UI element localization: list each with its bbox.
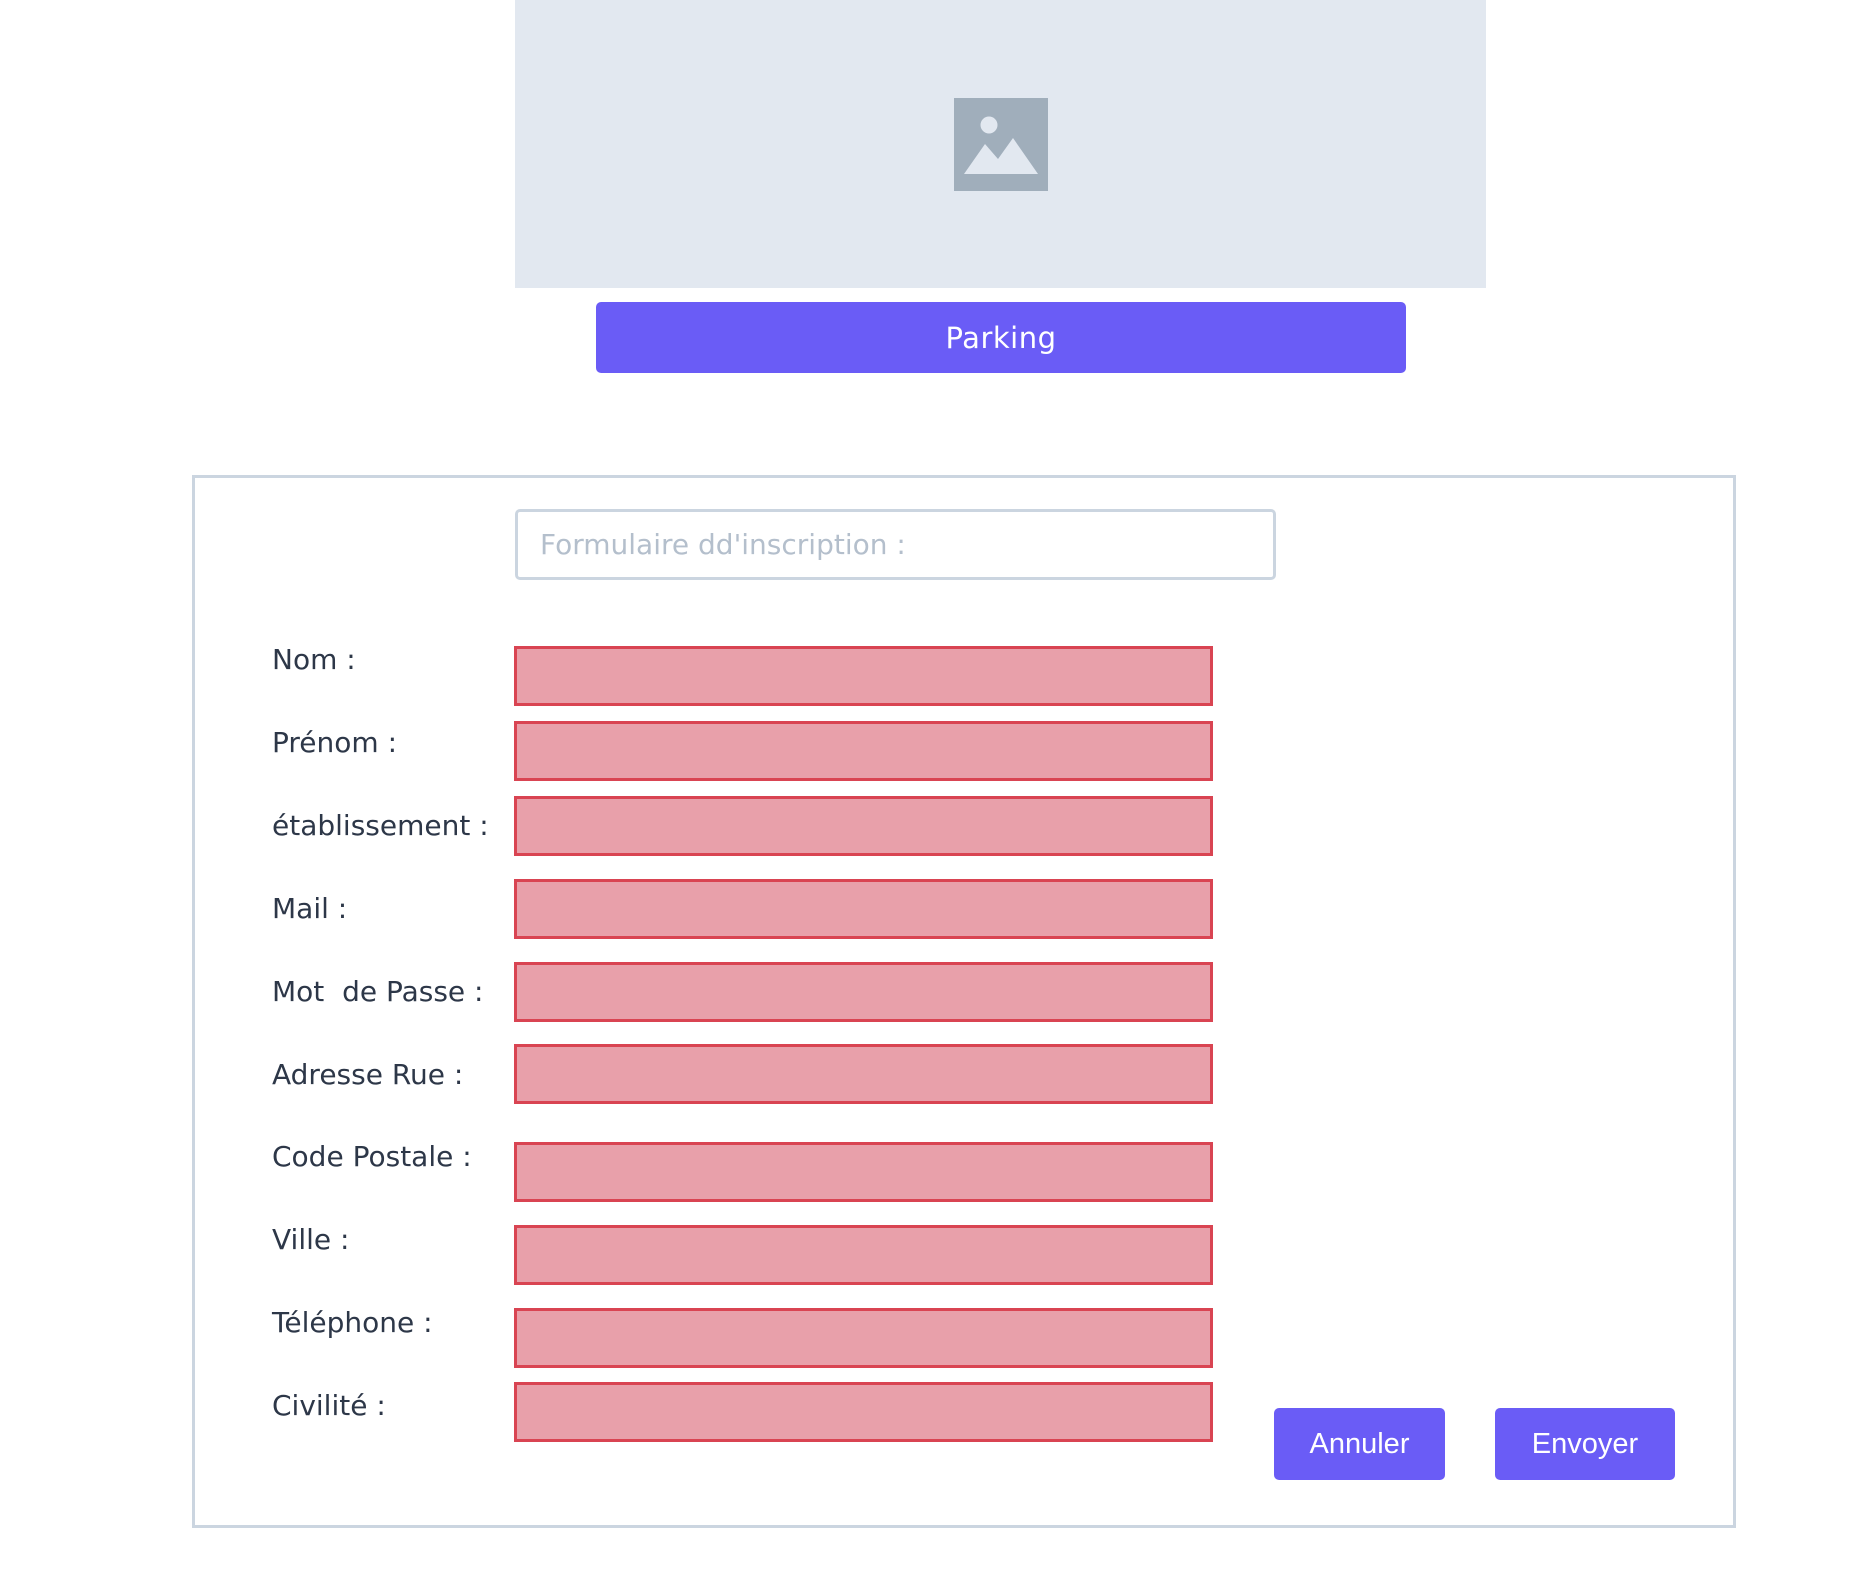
label-nom: Nom : [272,643,356,676]
label-mail: Mail : [272,892,348,925]
nom-input[interactable] [514,646,1213,706]
ville-input[interactable] [514,1225,1213,1285]
label-prenom: Prénom : [272,726,398,759]
adresse-rue-input[interactable] [514,1044,1213,1104]
form-title-input[interactable] [515,509,1276,580]
prenom-input[interactable] [514,721,1213,781]
cancel-button[interactable]: Annuler [1274,1408,1445,1480]
telephone-input[interactable] [514,1308,1213,1368]
label-code-postale: Code Postale : [272,1140,472,1173]
mail-input[interactable] [514,879,1213,939]
password-input[interactable] [514,962,1213,1022]
image-placeholder-icon [954,98,1048,191]
etablissement-input[interactable] [514,796,1213,856]
label-adresse-rue: Adresse Rue : [272,1058,464,1091]
label-mot-de-passe: Mot de Passe : [272,975,484,1008]
page: Parking Nom : Prénom : établissement : M… [0,0,1851,1584]
code-postale-input[interactable] [514,1142,1213,1202]
label-telephone: Téléphone : [272,1306,433,1339]
label-civilite: Civilité : [272,1389,386,1422]
submit-button[interactable]: Envoyer [1495,1408,1675,1480]
civilite-input[interactable] [514,1382,1213,1442]
image-placeholder [515,0,1486,288]
label-ville: Ville : [272,1223,350,1256]
parking-button[interactable]: Parking [596,302,1406,373]
label-etablissement: établissement : [272,809,489,842]
